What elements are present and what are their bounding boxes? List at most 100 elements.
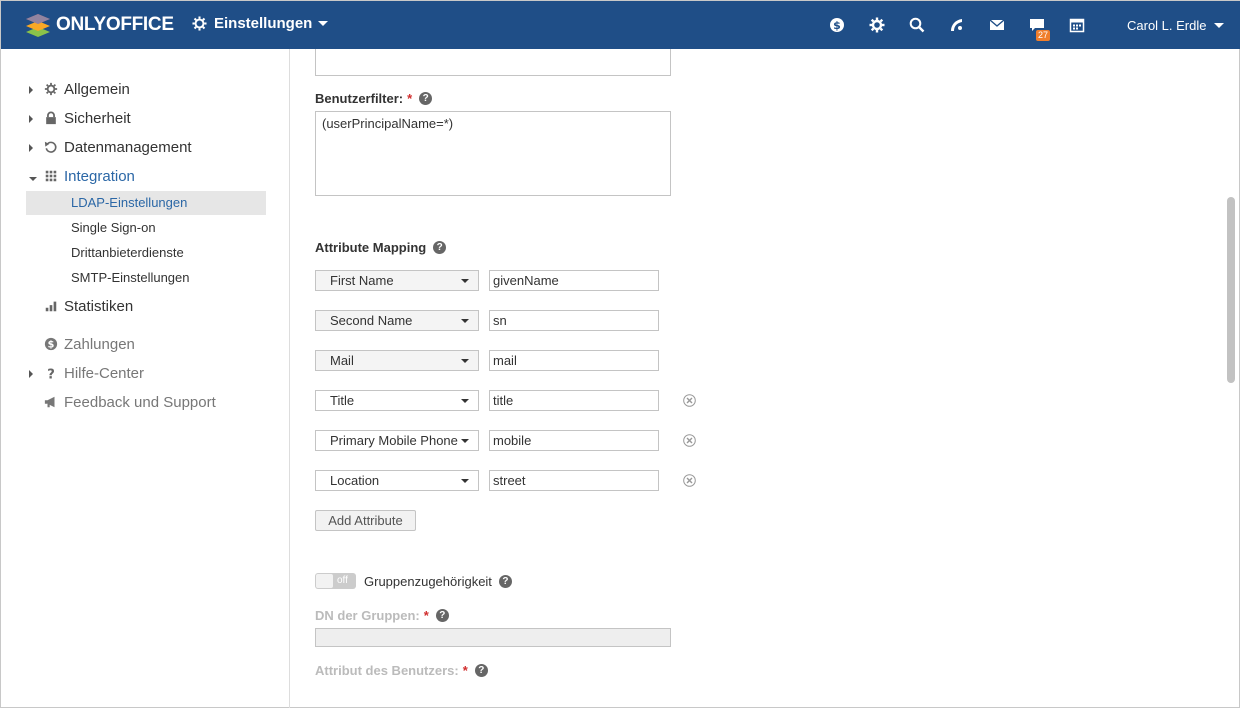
section-label: Attribute Mapping [315,240,427,255]
group-dn-label: DN der Gruppen: * ? [315,608,449,623]
scrollbar-thumb[interactable] [1227,197,1235,383]
attribute-select[interactable]: Second Name [315,310,479,331]
attribute-select-value: Mail [330,353,354,368]
group-membership-label: Gruppenzugehörigkeit ? [364,573,512,589]
attribute-select-value: Second Name [330,313,413,328]
attribute-select[interactable]: Location [315,470,479,491]
chevron-down-icon [461,279,469,283]
onlyoffice-logo[interactable]: ONLYOFFICE [25,12,174,38]
group-dn-input [315,628,671,647]
sidebar-item-label: Statistiken [64,297,134,315]
question-icon: ? [47,367,55,380]
svg-text:$: $ [48,340,55,351]
expand-arrow-icon[interactable] [29,143,33,152]
svg-text:$: $ [833,19,841,32]
logo-text: ONLYOFFICE [56,14,174,35]
module-title: Einstellungen [214,15,313,32]
attribute-select-value: Title [330,393,355,408]
group-membership-toggle[interactable]: off [315,573,356,589]
chevron-down-icon [461,359,469,363]
attribute-value-input[interactable] [489,430,659,451]
chevron-down-icon [1214,23,1225,28]
sidebar-subitem-ldap[interactable]: LDAP-Einstellungen [26,191,266,215]
sidebar-item-hilfe[interactable]: ? Hilfe-Center [29,361,144,385]
module-switcher[interactable]: Einstellungen [192,15,329,32]
sidebar-subitem-smtp[interactable]: SMTP-Einstellungen [26,266,266,290]
attribute-mapping-label: Attribute Mapping ? [315,240,447,255]
required-mark: * [462,663,468,678]
required-mark: * [407,91,413,106]
sidebar-item-allgemein[interactable]: Allgemein [29,77,130,101]
chevron-down-icon [461,399,469,403]
attribute-select-value: Location [330,473,380,488]
sidebar-item-label: Hilfe-Center [64,364,145,382]
help-icon[interactable]: ? [474,664,488,677]
add-attribute-button[interactable]: Add Attribute [315,510,416,531]
sidebar-item-integration[interactable]: Integration [29,164,135,188]
help-icon[interactable]: ? [435,609,449,622]
remove-circle-icon[interactable] [683,434,696,447]
sidebar-item-label: Integration [64,167,135,185]
attribute-value-input[interactable] [489,350,659,371]
previous-field-input[interactable] [315,49,671,76]
sidebar-item-statistiken[interactable]: Statistiken [29,294,133,318]
attribute-value-input[interactable] [489,390,659,411]
vertical-scrollbar[interactable] [1226,49,1240,708]
attribute-select-value: Primary Mobile Phone [330,433,458,448]
toggle-state-label: off [337,575,348,586]
toggle-label: Gruppenzugehörigkeit [364,573,492,589]
required-mark: * [423,608,429,623]
attribute-value-input[interactable] [489,270,659,291]
user-attribute-label: Attribut des Benutzers: * ? [315,663,488,678]
user-filter-textarea[interactable]: (userPrincipalName=*) [315,111,671,196]
megaphone-icon [44,396,55,408]
dollar-icon: $ [44,337,58,351]
user-name: Carol L. Erdle [1127,18,1207,33]
attribute-value-input[interactable] [489,470,659,491]
ldap-settings-panel: Benutzerfilter: * ? (userPrincipalName=*… [291,49,1226,708]
help-icon[interactable]: ? [419,92,433,105]
mail-icon[interactable] [989,17,1005,33]
sidebar-subitem-sso[interactable]: Single Sign-on [26,216,266,240]
chevron-down-icon [461,439,469,443]
expand-arrow-icon[interactable] [29,85,33,94]
remove-circle-icon[interactable] [683,474,696,487]
restore-icon [44,141,57,153]
sidebar-item-sicherheit[interactable]: Sicherheit [29,106,131,130]
search-icon[interactable] [909,17,925,33]
settings-icon[interactable] [869,17,885,33]
gear-icon [192,16,207,31]
top-navigation-bar: ONLYOFFICE Einstellungen $ 27 Carol L. E… [1,1,1240,49]
sidebar-item-label: Feedback und Support [64,393,216,411]
grid-icon [45,170,57,182]
sidebar-item-zahlungen[interactable]: $ Zahlungen [29,332,135,356]
sidebar-item-feedback[interactable]: Feedback und Support [29,390,216,414]
svg-text:?: ? [47,367,55,380]
chevron-down-icon [461,319,469,323]
field-label: Attribut des Benutzers: [315,663,459,678]
sidebar-subitem-thirdparty[interactable]: Drittanbieterdienste [26,241,266,265]
attribute-select[interactable]: Title [315,390,479,411]
dollar-icon[interactable]: $ [829,17,845,33]
attribute-value-input[interactable] [489,310,659,331]
sidebar-item-datenmanagement[interactable]: Datenmanagement [29,135,192,159]
chevron-down-icon [461,479,469,483]
attribute-select[interactable]: Primary Mobile Phone [315,430,479,451]
remove-circle-icon[interactable] [683,394,696,407]
chevron-down-icon [318,21,329,26]
sidebar-item-label: Zahlungen [64,335,135,353]
attribute-select[interactable]: Mail [315,350,479,371]
expand-arrow-icon[interactable] [29,369,33,378]
chart-icon [45,301,57,312]
chat-unread-badge: 27 [1036,30,1051,41]
expand-arrow-icon[interactable] [29,114,33,123]
user-menu[interactable]: Carol L. Erdle [1127,18,1225,33]
sidebar-item-label: Sicherheit [64,109,131,127]
feed-icon[interactable] [949,17,965,33]
help-icon[interactable]: ? [433,241,447,254]
attribute-select[interactable]: First Name [315,270,479,291]
toggle-knob [316,574,333,588]
collapse-arrow-icon[interactable] [29,176,37,181]
calendar-icon[interactable] [1069,17,1085,33]
help-icon[interactable]: ? [498,574,512,588]
